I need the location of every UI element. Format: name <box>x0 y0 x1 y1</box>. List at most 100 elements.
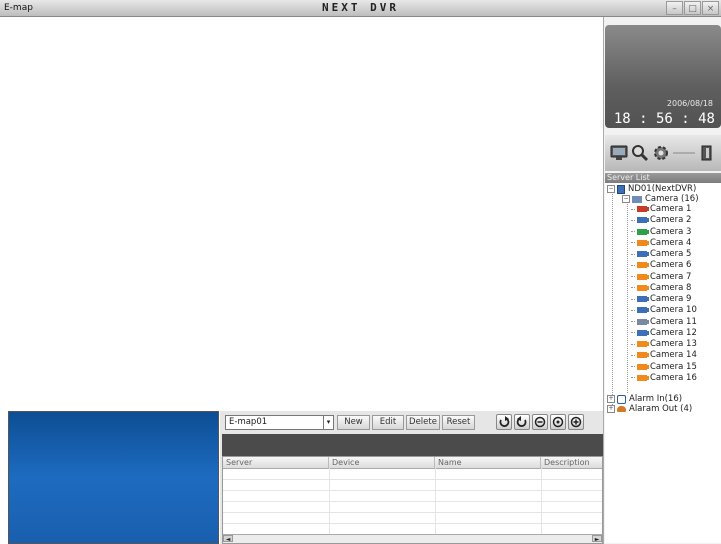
right-panel: 2006/08/18 18 : 56 : 48 Server List − ND… <box>603 17 721 544</box>
edit-button[interactable]: Edit <box>372 415 404 430</box>
camera-group-label: Camera (16) <box>645 194 699 204</box>
tree-camera-item[interactable]: Camera 12 <box>631 328 697 338</box>
expand-icon[interactable]: + <box>607 405 615 413</box>
tree-alarm-out[interactable]: + Alaram Out (4) <box>607 404 692 414</box>
camera-icon <box>637 329 649 336</box>
zoom-out-icon[interactable] <box>532 414 548 430</box>
new-button[interactable]: New <box>337 415 370 430</box>
tree-camera-item[interactable]: Camera 1 <box>631 204 691 214</box>
camera-icon <box>637 341 649 347</box>
tree-camera-item[interactable]: Camera 15 <box>631 362 697 372</box>
collapse-icon[interactable]: − <box>607 185 615 193</box>
tree-camera-item[interactable]: Camera 14 <box>631 350 697 360</box>
tree-camera-item[interactable]: Camera 3 <box>631 227 691 237</box>
zoom-in-icon[interactable] <box>568 414 584 430</box>
camera-icon <box>637 296 649 302</box>
tree-connector <box>631 309 635 311</box>
camera-label: Camera 15 <box>650 361 697 372</box>
tree-camera-item[interactable]: Camera 16 <box>631 373 697 383</box>
exit-icon[interactable] <box>698 144 716 162</box>
table-row[interactable] <box>223 501 602 502</box>
tree-connector <box>631 219 635 221</box>
camera-icon <box>637 307 649 314</box>
camera-icon <box>637 239 649 246</box>
maximize-button[interactable]: □ <box>684 1 701 15</box>
reset-button[interactable]: Reset <box>442 415 475 430</box>
tree-connector <box>631 231 635 232</box>
delete-button[interactable]: Delete <box>406 415 440 430</box>
panel-toolbar <box>605 135 721 171</box>
expand-icon[interactable]: + <box>607 395 615 403</box>
tree-connector <box>631 354 635 356</box>
tree-connector <box>631 332 635 334</box>
server-tree: − ND01(NextDVR) − Camera (16) Camera 1 Ca… <box>605 183 721 543</box>
tree-camera-item[interactable]: Camera 10 <box>631 305 697 315</box>
scroll-right-icon[interactable]: ► <box>592 535 602 543</box>
server-list-header: Server List <box>605 173 721 183</box>
clock-display: 2006/08/18 18 : 56 : 48 <box>605 25 721 128</box>
tree-camera-item[interactable]: Camera 6 <box>631 260 691 270</box>
tree-connector <box>631 253 635 255</box>
map-preview[interactable] <box>8 411 219 544</box>
table-row[interactable] <box>223 523 602 524</box>
tree-camera-item[interactable]: Camera 2 <box>631 215 691 225</box>
camera-label: Camera 11 <box>650 316 697 327</box>
tree-connector <box>631 343 635 345</box>
table-row[interactable] <box>223 479 602 480</box>
tree-line <box>627 201 628 393</box>
zoom-fit-icon[interactable] <box>550 414 566 430</box>
tree-camera-item[interactable]: Camera 8 <box>631 283 691 293</box>
camera-icon <box>637 206 649 212</box>
camera-label: Camera 4 <box>650 237 692 248</box>
column-header-device[interactable]: Device <box>329 457 435 468</box>
camera-icon <box>637 273 649 280</box>
horizontal-scrollbar[interactable]: ◄ ► <box>223 534 602 543</box>
emap-canvas[interactable] <box>8 25 602 410</box>
dropdown-arrow-icon[interactable]: ▾ <box>324 415 334 430</box>
minimize-button[interactable]: – <box>666 1 683 15</box>
alarm-in-label: Alarm In(16) <box>629 394 683 404</box>
camera-icon <box>637 217 649 224</box>
camera-label: Camera 10 <box>650 305 697 316</box>
camera-icon <box>637 251 649 257</box>
tree-root-node[interactable]: − ND01(NextDVR) <box>607 184 696 194</box>
camera-icon <box>637 228 649 235</box>
search-icon[interactable] <box>631 144 649 162</box>
separator <box>673 144 695 162</box>
tree-camera-item[interactable]: Camera 13 <box>631 339 697 349</box>
tree-camera-item[interactable]: Camera 9 <box>631 294 691 304</box>
tree-camera-item[interactable]: Camera 11 <box>631 317 697 327</box>
tree-camera-group[interactable]: − Camera (16) <box>622 194 699 204</box>
column-header-description[interactable]: Description <box>541 457 602 468</box>
rotate-ccw-icon[interactable] <box>514 414 530 430</box>
camera-icon <box>637 262 649 269</box>
tree-camera-item[interactable]: Camera 4 <box>631 238 691 248</box>
gear-icon[interactable] <box>652 144 670 162</box>
column-header-name[interactable]: Name <box>435 457 541 468</box>
alarm-out-icon <box>617 406 626 412</box>
alarm-in-icon <box>617 394 626 404</box>
camera-label: Camera 9 <box>650 294 692 304</box>
server-label: ND01(NextDVR) <box>628 184 697 194</box>
tree-camera-item[interactable]: Camera 7 <box>631 272 691 282</box>
monitor-icon[interactable] <box>610 144 628 162</box>
collapse-icon[interactable]: − <box>622 195 630 203</box>
camera-label: Camera 2 <box>650 215 692 226</box>
tree-connector <box>631 287 635 289</box>
toolbar-strip <box>222 434 603 456</box>
tree-alarm-in[interactable]: + Alarm In(16) <box>607 394 682 404</box>
camera-label: Camera 1 <box>650 204 692 214</box>
map-select[interactable]: E-map01 <box>225 415 324 430</box>
column-header-server[interactable]: Server <box>223 457 329 468</box>
camera-group-icon <box>632 195 642 203</box>
close-button[interactable]: × <box>702 1 719 15</box>
scroll-left-icon[interactable]: ◄ <box>223 535 233 543</box>
rotate-cw-icon[interactable] <box>496 414 512 430</box>
camera-label: Camera 6 <box>650 260 692 271</box>
tree-camera-item[interactable]: Camera 5 <box>631 249 691 259</box>
table-row[interactable] <box>223 512 602 513</box>
tree-connector <box>631 377 635 379</box>
camera-icon <box>637 318 649 325</box>
camera-label: Camera 7 <box>650 271 692 282</box>
table-row[interactable] <box>223 490 602 491</box>
